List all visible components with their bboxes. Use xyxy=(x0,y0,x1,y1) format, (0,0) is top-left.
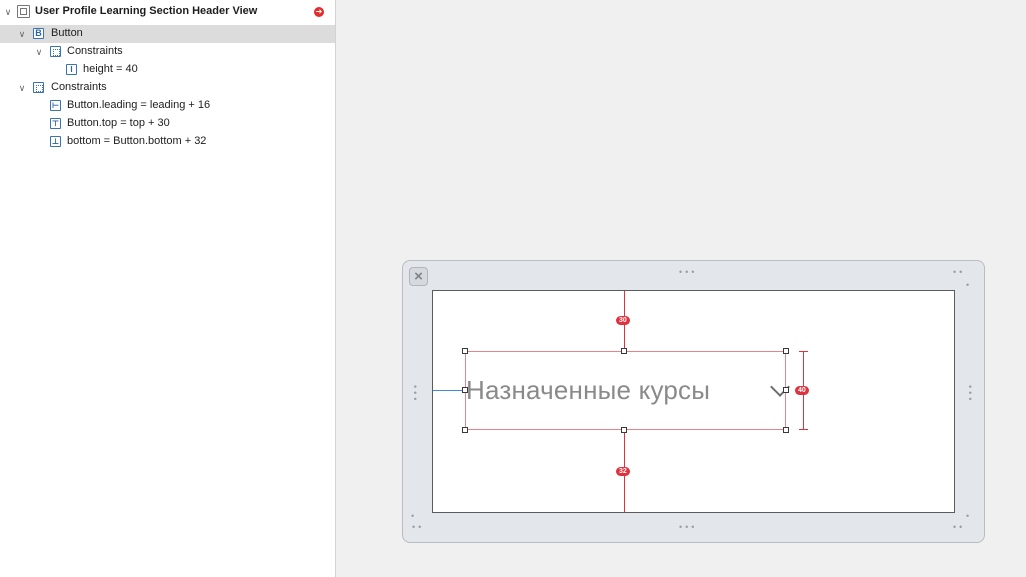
view-icon xyxy=(17,5,30,18)
resize-handle-bottom-left[interactable]: •• xyxy=(412,523,424,532)
outline-row-bottom-constraint[interactable]: ⊥ bottom = Button.bottom + 32 xyxy=(0,133,335,151)
outline-row-constraints[interactable]: ∨ Constraints xyxy=(0,79,335,97)
resize-handle-corner-dot[interactable]: • xyxy=(411,512,417,521)
bottom-constraint-icon: ⊥ xyxy=(50,136,61,147)
selection-handle[interactable] xyxy=(462,427,468,433)
top-constraint-label: Button.top = top + 30 xyxy=(67,117,170,129)
close-icon[interactable]: × xyxy=(409,267,428,286)
resize-handle-left[interactable]: ••• xyxy=(410,385,420,403)
disclosure-chevron-icon[interactable]: ∨ xyxy=(17,29,27,39)
height-constraint-cap-bottom xyxy=(799,429,808,430)
selection-handle[interactable] xyxy=(783,427,789,433)
top-constraint-badge[interactable]: 30 xyxy=(616,316,630,325)
disclosure-chevron-icon[interactable]: ∨ xyxy=(34,47,44,57)
bottom-constraint-badge[interactable]: 32 xyxy=(616,467,630,476)
bottom-constraint-label: bottom = Button.bottom + 32 xyxy=(67,135,207,147)
resize-handle-bottom[interactable]: ••• xyxy=(679,523,697,532)
button-title[interactable]: Назначенные курсы xyxy=(466,375,710,406)
selection-handle[interactable] xyxy=(783,387,789,393)
constraints-icon xyxy=(50,46,61,57)
resize-handle-bottom-right[interactable]: •• xyxy=(953,523,965,532)
outline-row-button[interactable]: ∨ B Button xyxy=(0,25,335,43)
selection-handle[interactable] xyxy=(621,427,627,433)
leading-constraint-label: Button.leading = leading + 16 xyxy=(67,99,211,111)
outline-row-button-constraints[interactable]: ∨ Constraints xyxy=(0,43,335,61)
error-indicator-icon[interactable]: ➔ xyxy=(314,7,324,17)
selection-handle[interactable] xyxy=(783,348,789,354)
height-constraint-label: height = 40 xyxy=(83,63,138,75)
leading-constraint-line[interactable] xyxy=(433,390,465,391)
resize-handle-right[interactable]: ••• xyxy=(965,385,975,403)
outline-row-top-constraint[interactable]: ⊤ Button.top = top + 30 xyxy=(0,115,335,133)
outline-row-leading-constraint[interactable]: ⊢ Button.leading = leading + 16 xyxy=(0,97,335,115)
resize-handle-top[interactable]: ••• xyxy=(679,268,697,277)
header-view-label: User Profile Learning Section Header Vie… xyxy=(35,5,258,17)
document-outline: ∨ User Profile Learning Section Header V… xyxy=(0,0,336,577)
resize-handle-corner-dot[interactable]: • xyxy=(966,281,972,290)
resize-handle-corner-dot[interactable]: • xyxy=(966,512,972,521)
selection-handle[interactable] xyxy=(621,348,627,354)
height-constraint-cap-top xyxy=(799,351,808,352)
selection-handle[interactable] xyxy=(462,348,468,354)
disclosure-chevron-icon[interactable]: ∨ xyxy=(17,83,27,93)
button-icon: B xyxy=(33,28,44,39)
outline-row-header-view[interactable]: ∨ User Profile Learning Section Header V… xyxy=(0,3,335,21)
constraints-label: Constraints xyxy=(51,81,107,93)
selection-handle[interactable] xyxy=(462,387,468,393)
disclosure-chevron-icon[interactable]: ∨ xyxy=(3,7,13,17)
top-constraint-icon: ⊤ xyxy=(50,118,61,129)
outline-row-height-constraint[interactable]: I height = 40 xyxy=(0,61,335,79)
leading-constraint-icon: ⊢ xyxy=(50,100,61,111)
button-label: Button xyxy=(51,27,83,39)
button-constraints-label: Constraints xyxy=(67,45,123,57)
height-constraint-icon: I xyxy=(66,64,77,75)
constraints-icon xyxy=(33,82,44,93)
resize-handle-top-right[interactable]: •• xyxy=(953,268,965,277)
height-constraint-badge[interactable]: 40 xyxy=(795,386,809,395)
